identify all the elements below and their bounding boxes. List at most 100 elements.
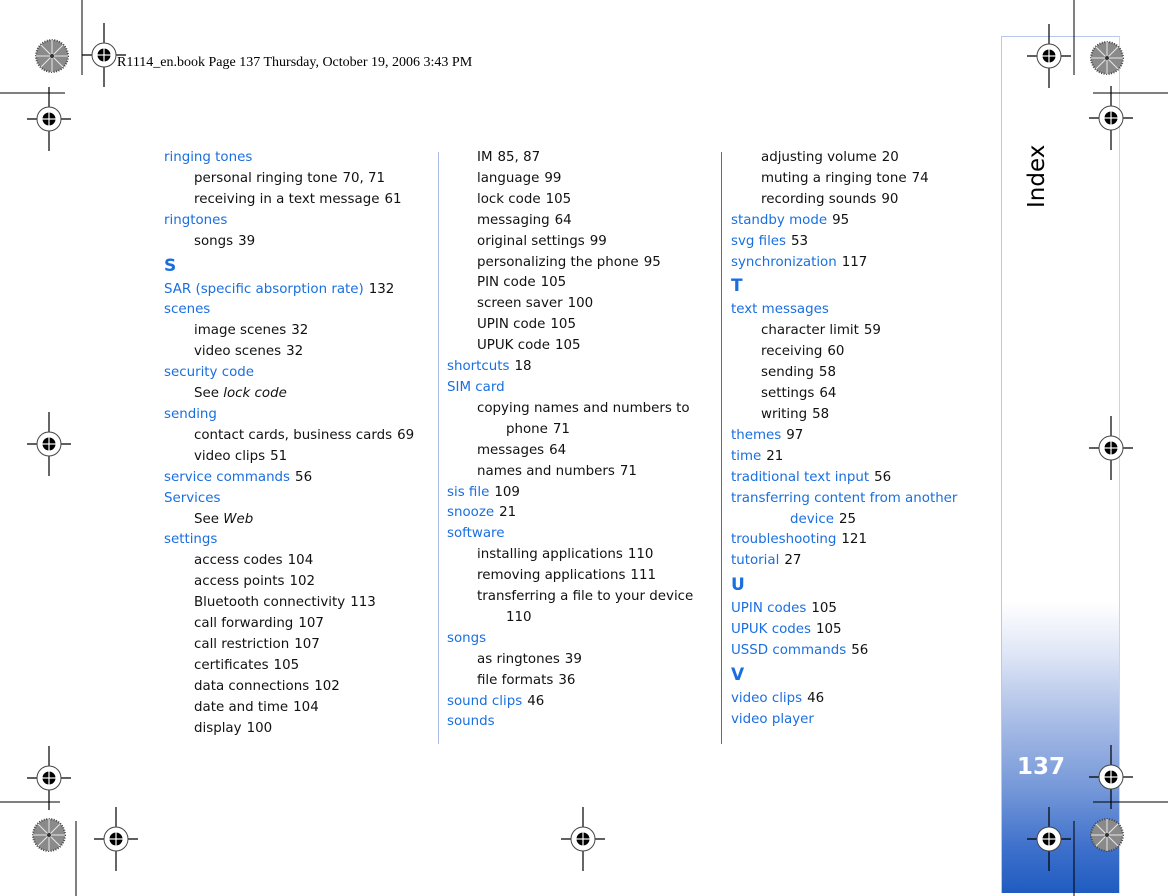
page-reference[interactable]: 95 bbox=[644, 255, 661, 270]
page-reference[interactable]: 99 bbox=[590, 234, 607, 249]
page-reference[interactable]: 107 bbox=[294, 637, 320, 652]
index-term[interactable]: shortcuts 18 bbox=[447, 357, 717, 378]
page-reference[interactable]: 105 bbox=[546, 192, 572, 207]
page-reference[interactable]: 70, 71 bbox=[342, 171, 385, 186]
page-reference[interactable]: 132 bbox=[369, 282, 395, 297]
page-reference[interactable]: 102 bbox=[290, 574, 316, 589]
page-reference[interactable]: 64 bbox=[549, 443, 566, 458]
index-term[interactable]: troubleshooting 121 bbox=[731, 530, 1001, 551]
index-term[interactable]: device 25 bbox=[731, 510, 1001, 531]
page-reference[interactable]: 99 bbox=[544, 171, 561, 186]
index-term[interactable]: UPIN codes 105 bbox=[731, 599, 1001, 620]
index-term[interactable]: svg files 53 bbox=[731, 232, 1001, 253]
index-term[interactable]: sounds bbox=[447, 712, 717, 733]
index-term[interactable]: scenes bbox=[164, 300, 434, 321]
index-term[interactable]: time 21 bbox=[731, 447, 1001, 468]
page-reference[interactable]: 102 bbox=[314, 679, 340, 694]
page-reference[interactable]: 90 bbox=[881, 192, 898, 207]
index-term[interactable]: service commands 56 bbox=[164, 468, 434, 489]
index-term[interactable]: USSD commands 56 bbox=[731, 641, 1001, 662]
page-reference[interactable]: 61 bbox=[384, 192, 401, 207]
entry-text: personal ringing tone bbox=[194, 170, 338, 186]
page-reference[interactable]: 110 bbox=[628, 547, 654, 562]
page-reference[interactable]: 56 bbox=[874, 470, 891, 485]
page-reference[interactable]: 46 bbox=[807, 691, 824, 706]
index-term[interactable]: software bbox=[447, 524, 717, 545]
page-reference[interactable]: 60 bbox=[827, 344, 844, 359]
page-reference[interactable]: 105 bbox=[550, 317, 576, 332]
page-reference[interactable]: 59 bbox=[864, 323, 881, 338]
page-reference[interactable]: 58 bbox=[819, 365, 836, 380]
page-reference[interactable]: 100 bbox=[247, 721, 273, 736]
index-term[interactable]: video player bbox=[731, 710, 1001, 731]
index-term[interactable]: video clips 46 bbox=[731, 689, 1001, 710]
index-term[interactable]: ringing tones bbox=[164, 148, 434, 169]
page-reference[interactable]: 27 bbox=[784, 553, 801, 568]
page-reference[interactable]: 21 bbox=[499, 505, 516, 520]
index-term[interactable]: traditional text input 56 bbox=[731, 468, 1001, 489]
page-reference[interactable]: 53 bbox=[791, 234, 808, 249]
page-reference[interactable]: 56 bbox=[851, 643, 868, 658]
index-term[interactable]: transferring content from another bbox=[731, 489, 1001, 510]
page-reference[interactable]: 25 bbox=[839, 512, 856, 527]
page-reference[interactable]: 105 bbox=[555, 338, 581, 353]
index-term[interactable]: ringtones bbox=[164, 211, 434, 232]
page-reference[interactable]: 104 bbox=[293, 700, 319, 715]
page-reference[interactable]: 113 bbox=[350, 595, 376, 610]
index-term[interactable]: security code bbox=[164, 363, 434, 384]
cross-reference[interactable]: Web bbox=[223, 512, 253, 527]
index-term[interactable]: SIM card bbox=[447, 378, 717, 399]
page-reference[interactable]: 105 bbox=[541, 275, 567, 290]
index-term[interactable]: text messages bbox=[731, 300, 1001, 321]
page-reference[interactable]: 85, 87 bbox=[498, 150, 541, 165]
index-term[interactable]: sending bbox=[164, 405, 434, 426]
index-term[interactable]: snooze 21 bbox=[447, 503, 717, 524]
entry-text: settings bbox=[164, 532, 218, 548]
page-reference[interactable]: 64 bbox=[555, 213, 572, 228]
page-reference[interactable]: 105 bbox=[274, 658, 300, 673]
page-reference[interactable]: 32 bbox=[291, 323, 308, 338]
cross-reference[interactable]: lock code bbox=[223, 386, 287, 401]
index-term[interactable]: Services bbox=[164, 489, 434, 510]
page-reference[interactable]: 95 bbox=[832, 213, 849, 228]
page-reference[interactable]: 71 bbox=[620, 464, 637, 479]
entry-text: ringtones bbox=[164, 212, 228, 228]
index-term[interactable]: themes 97 bbox=[731, 426, 1001, 447]
index-term[interactable]: settings bbox=[164, 530, 434, 551]
index-term[interactable]: sound clips 46 bbox=[447, 692, 717, 713]
page-reference[interactable]: 64 bbox=[819, 386, 836, 401]
index-term[interactable]: sis file 109 bbox=[447, 483, 717, 504]
index-letter-heading: V bbox=[731, 664, 745, 685]
page-reference[interactable]: 107 bbox=[298, 616, 324, 631]
index-term[interactable]: tutorial 27 bbox=[731, 551, 1001, 572]
page-reference[interactable]: 117 bbox=[842, 255, 868, 270]
page-reference[interactable]: 109 bbox=[494, 485, 520, 500]
index-term[interactable]: UPUK codes 105 bbox=[731, 620, 1001, 641]
page-reference[interactable]: 121 bbox=[841, 532, 867, 547]
page-reference[interactable]: 46 bbox=[527, 694, 544, 709]
page-reference[interactable]: 51 bbox=[270, 449, 287, 464]
page-reference[interactable]: 20 bbox=[882, 150, 899, 165]
page-reference[interactable]: 21 bbox=[766, 449, 783, 464]
index-term[interactable]: songs bbox=[447, 629, 717, 650]
page-reference[interactable]: 105 bbox=[816, 622, 842, 637]
index-term[interactable]: standby mode 95 bbox=[731, 211, 1001, 232]
index-term[interactable]: SAR (specific absorption rate) 132 bbox=[164, 280, 434, 301]
page-reference[interactable]: 111 bbox=[630, 568, 656, 583]
page-reference[interactable]: 36 bbox=[558, 673, 575, 688]
index-term[interactable]: synchronization 117 bbox=[731, 253, 1001, 274]
page-reference[interactable]: 110 bbox=[506, 610, 532, 625]
page-reference[interactable]: 104 bbox=[288, 553, 314, 568]
page-reference[interactable]: 97 bbox=[786, 428, 803, 443]
page-reference[interactable]: 58 bbox=[812, 407, 829, 422]
page-reference[interactable]: 39 bbox=[565, 652, 582, 667]
page-reference[interactable]: 71 bbox=[553, 422, 570, 437]
page-reference[interactable]: 105 bbox=[811, 601, 837, 616]
page-reference[interactable]: 39 bbox=[238, 234, 255, 249]
page-reference[interactable]: 69 bbox=[397, 428, 414, 443]
page-reference[interactable]: 32 bbox=[286, 344, 303, 359]
page-reference[interactable]: 100 bbox=[568, 296, 594, 311]
page-reference[interactable]: 74 bbox=[912, 171, 929, 186]
page-reference[interactable]: 18 bbox=[515, 359, 532, 374]
page-reference[interactable]: 56 bbox=[295, 470, 312, 485]
